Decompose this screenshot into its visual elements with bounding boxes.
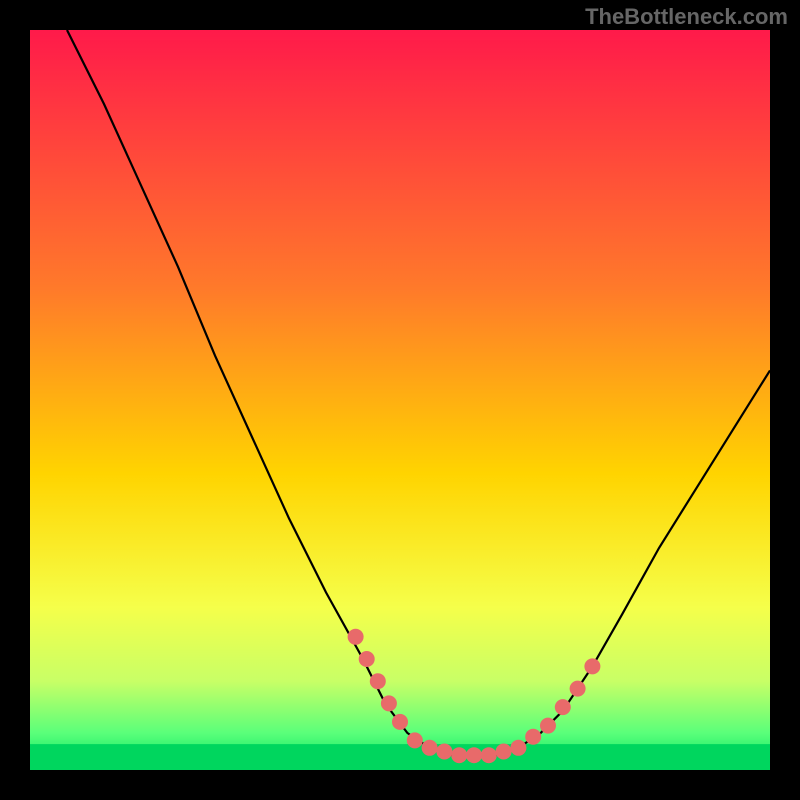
highlight-dot <box>407 732 423 748</box>
highlight-dot <box>570 681 586 697</box>
highlight-dot <box>451 747 467 763</box>
highlight-dot <box>466 747 482 763</box>
highlight-dot <box>555 699 571 715</box>
highlight-dot <box>540 718 556 734</box>
highlight-dot <box>422 740 438 756</box>
highlight-dot <box>496 744 512 760</box>
gradient-background <box>30 30 770 770</box>
highlight-dot <box>481 747 497 763</box>
highlight-dot <box>525 729 541 745</box>
highlight-dot <box>584 658 600 674</box>
highlight-dot <box>348 629 364 645</box>
chart-container: TheBottleneck.com <box>0 0 800 800</box>
watermark-text: TheBottleneck.com <box>585 4 788 30</box>
highlight-dot <box>392 714 408 730</box>
green-band <box>30 744 770 770</box>
highlight-dot <box>510 740 526 756</box>
bottleneck-chart <box>0 0 800 800</box>
highlight-dot <box>359 651 375 667</box>
highlight-dot <box>381 695 397 711</box>
highlight-dot <box>370 673 386 689</box>
highlight-dot <box>436 744 452 760</box>
